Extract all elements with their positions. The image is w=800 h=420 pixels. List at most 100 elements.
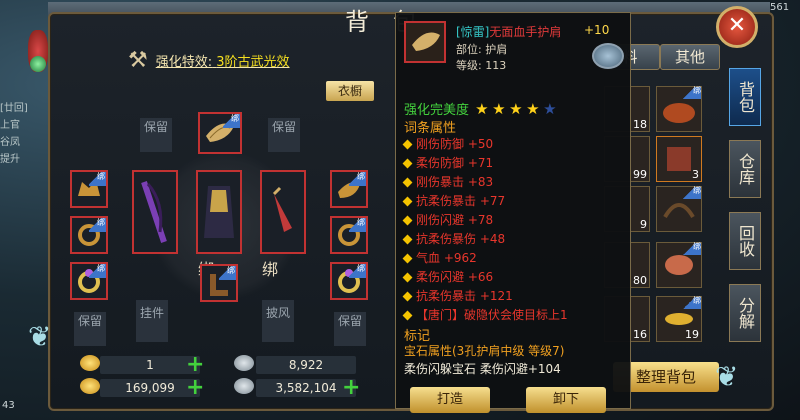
star-filled-icon: ★ — [509, 100, 523, 118]
ring2-slot[interactable]: 绑 — [330, 262, 368, 300]
perfection-label: 强化完美度 — [404, 103, 470, 118]
resource-value: 3,582,104 — [256, 379, 356, 397]
armor-slot[interactable]: 绑 — [196, 170, 242, 279]
attribute-text: 抗柔伤暴击 +121 — [416, 289, 513, 303]
reserved-slot: 保留 — [140, 118, 172, 152]
item-count: 19 — [685, 328, 699, 341]
enhance-effect-prefix: 强化特效: — [155, 54, 213, 70]
forge-button[interactable]: 打造 — [410, 387, 490, 413]
attribute-text: 【唐门】破隐伏会使目标上1 — [416, 308, 568, 322]
attribute-item: 刚伤暴击 +83 — [402, 173, 568, 192]
bracer-slot[interactable]: 绑 — [330, 170, 368, 208]
enhance-effect-label[interactable]: 强化特效: 3阶古武光效 — [156, 51, 290, 70]
attribute-item: 【唐门】破隐伏会使目标上1 — [402, 306, 568, 325]
bound-badge: 绑 — [89, 218, 106, 232]
diamond-bullet-icon — [402, 272, 413, 283]
tab-other[interactable]: 其他 — [660, 44, 720, 70]
diamond-bullet-icon — [402, 139, 413, 150]
bound-badge: 绑 — [683, 297, 701, 309]
gold-ingot-icon — [80, 355, 100, 371]
resource-value: 8,922 — [256, 356, 356, 374]
background-chat: [廿回] 上官 谷凤 提升 — [0, 100, 46, 168]
add-gold-ingot-button[interactable]: + — [186, 354, 204, 376]
item-count: 9 — [640, 218, 647, 231]
inventory-slot[interactable]: 绑 — [656, 186, 702, 232]
attribute-text: 气血 +962 — [416, 251, 477, 265]
boots-slot[interactable]: 绑 — [200, 264, 238, 302]
bound-badge: 绑 — [683, 187, 701, 199]
diamond-bullet-icon — [402, 215, 413, 226]
inventory-slot[interactable]: 绑 — [656, 86, 702, 132]
diamond-bullet-icon — [402, 291, 413, 302]
armor-icon — [204, 186, 234, 238]
star-empty-icon: ★ — [543, 100, 557, 118]
inventory-slot[interactable]: 3 — [656, 136, 702, 182]
inventory-slot[interactable]: 绑 — [656, 242, 702, 288]
side-tab-recycle[interactable]: 回收 — [729, 212, 761, 270]
gem-title: 宝石属性(3孔护肩中级 等级7) — [404, 344, 565, 358]
crane-decoration-icon: ❦ — [715, 360, 739, 393]
weapon-slot[interactable] — [132, 170, 178, 254]
perfection-row: 强化完美度 ★ ★ ★ ★ ★ — [404, 99, 558, 119]
add-gold-coins-button[interactable]: + — [186, 377, 204, 399]
attribute-item: 抗柔伤暴击 +77 — [402, 192, 568, 211]
attribute-text: 抗柔伤暴击 +77 — [416, 194, 506, 208]
side-tab-warehouse[interactable]: 仓库 — [729, 140, 761, 198]
head-slot[interactable]: 绑 — [70, 170, 108, 208]
bound-badge: 绑 — [349, 264, 366, 278]
star-filled-icon: ★ — [475, 100, 489, 118]
shoulder-armor-icon — [412, 32, 440, 51]
diamond-bullet-icon — [402, 196, 413, 207]
item-count: 16 — [633, 328, 647, 341]
attr-title: 词条属性 — [404, 121, 457, 136]
chat-line: 谷凤 — [0, 137, 20, 148]
item-prefix: [惊雷] — [456, 25, 490, 39]
item-tooltip: [惊雷]无面血手护肩 +10 部位: 护肩 等级: 113 强化完美度 ★ ★ ★ ★… — [395, 12, 631, 413]
attribute-text: 抗柔伤暴伤 +48 — [416, 232, 506, 246]
attribute-text: 柔伤闪避 +66 — [416, 270, 494, 284]
attribute-item: 抗柔伤暴击 +121 — [402, 287, 568, 306]
bound-badge: 绑 — [89, 172, 106, 186]
bound-badge: 绑 — [262, 260, 279, 279]
bound-badge: 绑 — [219, 266, 236, 280]
preview-eye-icon[interactable] — [592, 43, 624, 69]
shoulder-slot[interactable]: 绑 — [198, 112, 242, 154]
side-tab-bag[interactable]: 背包 — [729, 68, 761, 126]
bound-badge: 绑 — [89, 264, 106, 278]
resource-value: 169,099 — [100, 379, 200, 397]
star-filled-icon: ★ — [492, 100, 506, 118]
close-button[interactable]: ✕ — [716, 6, 758, 48]
attribute-item: 抗柔伤暴伤 +48 — [402, 230, 568, 249]
resource-value: 1 — [100, 356, 200, 374]
crane-decoration-icon: ❦ — [28, 320, 52, 353]
attribute-text: 刚伤防御 +50 — [416, 137, 494, 151]
attribute-item: 刚伤防御 +50 — [402, 135, 568, 154]
enhance-effect-row: ⚒ 强化特效: 3阶古武光效 — [128, 46, 290, 74]
diamond-bullet-icon — [402, 234, 413, 245]
offhand-slot[interactable]: 绑 — [260, 170, 306, 279]
item-name-text: 无面血手护肩 — [489, 25, 562, 39]
bound-badge: 绑 — [683, 243, 701, 255]
side-tab-decompose[interactable]: 分解 — [729, 284, 761, 342]
belt-slot[interactable]: 绑 — [330, 216, 368, 254]
wardrobe-button[interactable]: 衣橱 — [326, 81, 374, 101]
bound-badge: 绑 — [683, 87, 701, 99]
bound-badge: 绑 — [223, 114, 240, 128]
item-count: 80 — [633, 274, 647, 287]
cape-slot[interactable]: 披风 — [262, 300, 294, 342]
unequip-button[interactable]: 卸下 — [526, 387, 606, 413]
silver-coin-icon — [234, 355, 254, 371]
attribute-item: 刚伤闪避 +78 — [402, 211, 568, 230]
add-silver-button[interactable]: + — [342, 377, 360, 399]
gem-line: 柔伤闪躲宝石 柔伤闪避+104 — [404, 362, 561, 376]
reserved-slot: 保留 — [74, 312, 106, 346]
ring-slot[interactable]: 绑 — [70, 262, 108, 300]
pendant-label: 挂件 — [139, 306, 164, 320]
item-count: 18 — [633, 118, 647, 131]
attribute-text: 柔伤防御 +71 — [416, 156, 494, 170]
gold-coins-icon — [80, 378, 100, 394]
pendant-slot[interactable]: 挂件 — [136, 300, 168, 342]
inventory-slot[interactable]: 绑 19 — [656, 296, 702, 342]
item-slot-label: 部位: 护肩 — [456, 43, 508, 56]
necklace-slot[interactable]: 绑 — [70, 216, 108, 254]
